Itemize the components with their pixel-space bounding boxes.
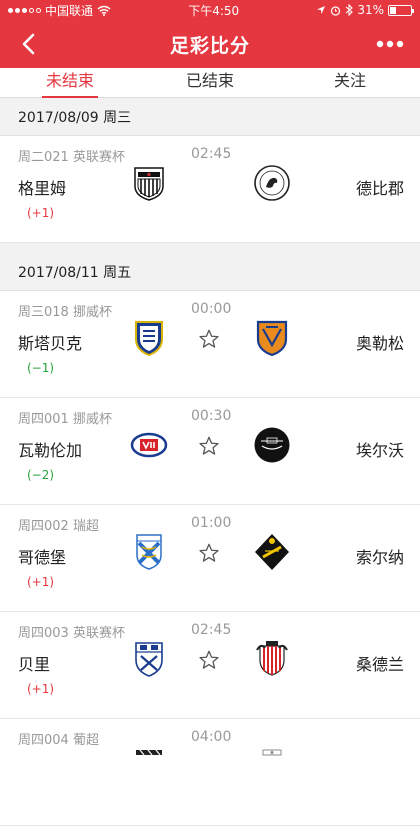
team-logo-sunderland	[256, 641, 288, 676]
home-team: 哥德堡	[18, 548, 67, 567]
carrier-label: 中国联通	[45, 3, 94, 18]
match-row[interactable]: 周二021 英联赛杯 02:45 格里姆 (+1) 德比郡	[0, 136, 420, 243]
league-label: 周三018 挪威杯	[18, 305, 112, 320]
team-logo-aik	[255, 534, 289, 570]
tab-bar: 未结束 已结束 关注	[0, 68, 420, 98]
handicap-label: (−2)	[27, 468, 55, 482]
kickoff-time: 01:00	[191, 515, 232, 531]
status-right: 31%	[316, 3, 414, 17]
handicap-label: (+1)	[27, 206, 55, 220]
league-label: 周四002 瑞超	[18, 519, 99, 534]
clock: 下午4:50	[188, 3, 240, 18]
more-dots-icon	[376, 40, 404, 48]
date-header: 2017/08/09 周三	[0, 98, 420, 136]
team-logo-elverum	[254, 427, 290, 463]
league-label: 周二021 英联赛杯	[18, 150, 125, 165]
tab-finished[interactable]: 已结束	[140, 68, 280, 97]
back-arrow-icon	[22, 33, 35, 55]
league-label: 周四003 英联赛杯	[18, 626, 125, 641]
alarm-icon	[331, 5, 341, 16]
kickoff-time: 04:00	[191, 729, 232, 745]
team-logo-home-partial	[136, 749, 162, 756]
kickoff-time: 02:45	[191, 146, 232, 162]
wifi-icon	[97, 5, 111, 16]
away-team: 索尔纳	[355, 548, 404, 567]
match-row[interactable]: 周四003 英联赛杯 02:45 贝里 (+1) 桑德兰	[0, 612, 420, 719]
star-outline-icon[interactable]	[198, 328, 220, 350]
team-logo-grimsby	[134, 167, 164, 201]
away-team: 奥勒松	[355, 334, 404, 353]
team-logo-goteborg	[136, 534, 162, 570]
home-team: 贝里	[18, 655, 51, 674]
location-arrow-icon	[317, 6, 326, 14]
handicap-label: (+1)	[27, 682, 55, 696]
team-logo-stabaek	[135, 321, 163, 357]
league-label: 周四001 挪威杯	[18, 412, 112, 427]
kickoff-time: 00:30	[191, 408, 232, 424]
away-team: 埃尔沃	[355, 441, 404, 460]
tab-following[interactable]: 关注	[280, 68, 420, 97]
battery-icon	[387, 4, 414, 16]
handicap-label: (+1)	[27, 575, 55, 589]
match-list: 2017/08/09 周三 周二021 英联赛杯 02:45 格里姆 (+1) …	[0, 98, 420, 826]
star-outline-icon[interactable]	[198, 649, 220, 671]
match-row[interactable]: 周四004 葡超 04:00	[0, 719, 420, 826]
match-row[interactable]: 周四001 挪威杯 00:30 瓦勒伦加 (−2) 埃尔沃	[0, 398, 420, 505]
team-logo-valerenga	[130, 432, 168, 458]
kickoff-time: 00:00	[191, 301, 232, 317]
battery-percent: 31%	[357, 3, 384, 17]
home-team: 格里姆	[18, 179, 67, 198]
star-outline-icon[interactable]	[198, 542, 220, 564]
back-button[interactable]	[10, 20, 46, 68]
match-row[interactable]: 周四002 瑞超 01:00 哥德堡 (+1) 索尔纳	[0, 505, 420, 612]
date-header: 2017/08/11 周五	[0, 253, 420, 291]
away-team: 桑德兰	[355, 655, 404, 674]
status-bar: 中国联通 下午4:50 31%	[0, 0, 420, 20]
tab-unfinished[interactable]: 未结束	[0, 68, 140, 98]
team-logo-away-partial	[262, 749, 282, 756]
handicap-label: (−1)	[27, 361, 55, 375]
signal-icon	[8, 7, 41, 13]
league-label: 周四004 葡超	[18, 733, 99, 748]
team-logo-derby	[254, 165, 290, 201]
away-team: 德比郡	[355, 179, 404, 198]
home-team: 斯塔贝克	[18, 334, 83, 353]
team-logo-bury	[135, 642, 163, 677]
star-outline-icon[interactable]	[198, 435, 220, 457]
kickoff-time: 02:45	[191, 622, 232, 638]
status-left: 中国联通	[8, 2, 111, 19]
home-team: 瓦勒伦加	[18, 441, 83, 460]
team-logo-aalesund	[256, 320, 288, 357]
more-button[interactable]	[368, 20, 412, 68]
nav-bar: 足彩比分	[0, 20, 420, 68]
match-row[interactable]: 周三018 挪威杯 00:00 斯塔贝克 (−1) 奥勒松	[0, 291, 420, 398]
bluetooth-icon	[345, 4, 354, 16]
page-title: 足彩比分	[169, 34, 250, 57]
